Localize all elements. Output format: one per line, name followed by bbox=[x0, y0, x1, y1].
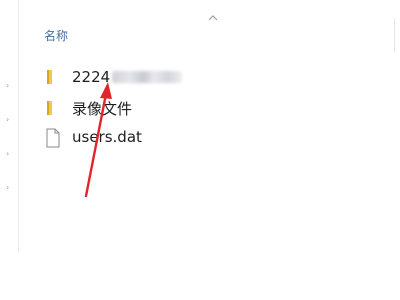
file-name: users.dat bbox=[72, 128, 142, 146]
nav-pane-divider bbox=[18, 0, 19, 252]
nav-expand-icon[interactable]: › bbox=[6, 184, 10, 192]
document-icon bbox=[44, 128, 62, 148]
column-divider[interactable] bbox=[394, 18, 395, 52]
chevron-up-icon[interactable] bbox=[208, 14, 218, 22]
obscured-text bbox=[112, 71, 183, 83]
list-item-folder[interactable]: 2224 bbox=[44, 66, 324, 88]
annotation-arrow bbox=[84, 82, 112, 198]
column-header-name[interactable]: 名称 bbox=[44, 27, 68, 44]
nav-expand-icon[interactable]: › bbox=[6, 82, 10, 90]
nav-expand-icon[interactable]: › bbox=[6, 116, 10, 124]
file-name: 录像文件 bbox=[72, 99, 133, 118]
list-item-folder[interactable]: 录像文件 bbox=[44, 97, 324, 119]
file-name: 2224 bbox=[72, 68, 111, 86]
nav-expand-icon[interactable]: › bbox=[6, 150, 10, 158]
folder-icon bbox=[44, 68, 62, 86]
folder-icon bbox=[44, 99, 62, 117]
file-explorer-pane: › › › › 名称 2224 录像文件 users.dat bbox=[0, 0, 400, 300]
list-item-file[interactable]: users.dat bbox=[44, 126, 324, 148]
